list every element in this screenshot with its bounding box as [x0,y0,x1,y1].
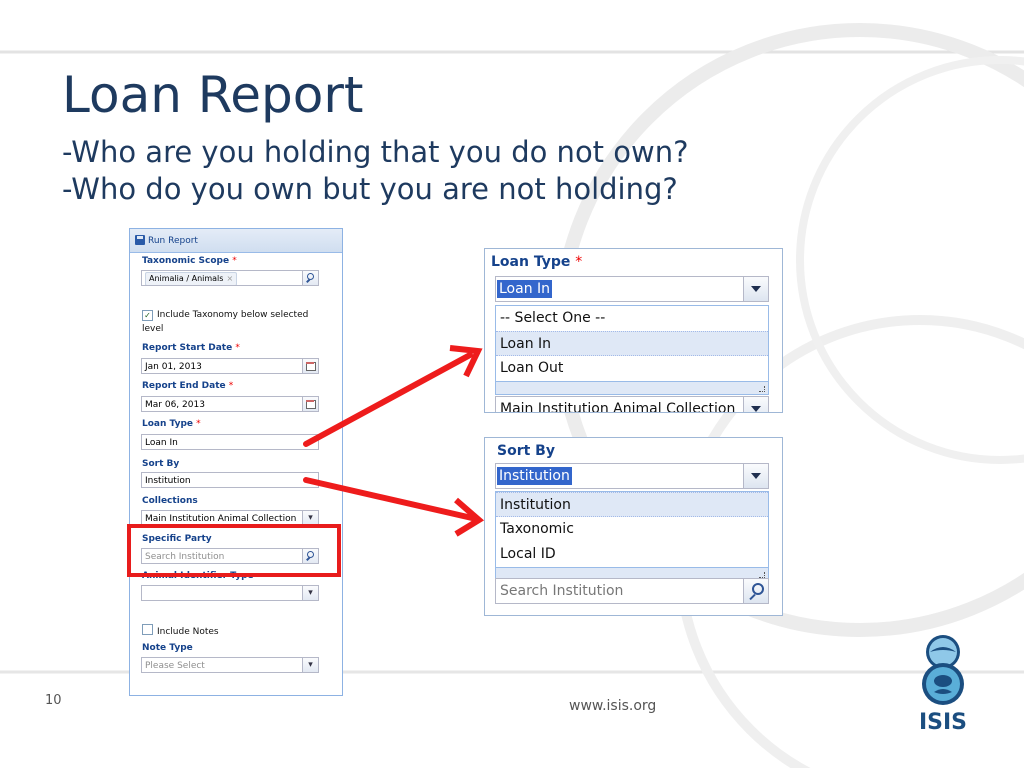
required-mark: * [235,343,240,353]
sort-by-options-list: Institution Taxonomic Local ID [495,491,769,581]
subtitle-holding: -Who are you holding that you do not own… [62,135,689,169]
sort-by-value: Institution [145,476,191,486]
animal-identifier-type-select[interactable]: ▾ [141,585,319,601]
include-notes-checkbox-row[interactable]: Include Notes [142,624,219,639]
required-mark: * [228,381,234,391]
run-report-form: Run Report Taxonomic Scope * Animalia / … [129,228,343,696]
option-loan-out[interactable]: Loan Out [496,356,768,381]
loan-type-label: Loan Type * [142,419,201,429]
specific-party-zoom-placeholder: Search Institution [500,583,624,599]
chevron-down-icon[interactable]: ▾ [302,658,318,672]
loan-type-zoom-selected: Loan In [497,280,553,298]
required-mark: * [196,419,201,429]
collections-zoom-value: Main Institution Animal Collection [500,401,736,413]
collections-value: Main Institution Animal Collection [145,514,297,524]
include-taxonomy-checkbox-row[interactable]: ✓ Include Taxonomy below selected [142,309,308,322]
taxonomy-chip-label: Animalia / Animals [149,274,224,283]
run-report-button[interactable]: Run Report [148,236,198,246]
option-select-one[interactable]: -- Select One -- [496,306,768,331]
collections-label: Collections [142,496,198,506]
taxonomic-scope-field[interactable]: Animalia / Animals × [141,270,319,286]
include-taxonomy-label: Include Taxonomy below selected [157,310,309,320]
chevron-down-icon[interactable]: ▾ [302,586,318,600]
specific-party-highlight [127,524,341,577]
footer-url: www.isis.org [569,698,657,714]
run-report-toolbar: Run Report [130,229,342,253]
taxonomic-scope-label-text: Taxonomic Scope [142,256,230,266]
note-type-placeholder: Please Select [145,661,205,671]
include-notes-label: Include Notes [157,627,219,637]
isis-logo-icon [922,635,964,705]
loan-type-value: Loan In [145,438,178,448]
loan-type-zoom-panel: Loan Type * Loan In Main Institution Ani… [484,248,783,413]
isis-logo-text: ISIS [918,710,968,735]
end-date-label: Report End Date * [142,381,233,391]
include-notes-checkbox[interactable] [142,624,153,635]
loan-type-select[interactable]: Loan In [141,434,319,450]
specific-party-zoom-search[interactable]: Search Institution [495,578,769,604]
end-date-field[interactable]: Mar 06, 2013 [141,396,319,412]
page-number: 10 [45,693,62,708]
chip-remove-icon[interactable]: × [226,274,233,283]
required-mark: * [232,256,237,266]
loan-type-options-list: -- Select One -- Loan In Loan Out [495,305,769,395]
include-taxonomy-checkbox[interactable]: ✓ [142,310,153,321]
taxonomic-scope-label: Taxonomic Scope * [142,256,237,266]
loan-type-zoom-label-text: Loan Type [491,254,571,270]
option-local-id[interactable]: Local ID [496,542,768,567]
chevron-down-icon[interactable]: ▾ [302,511,318,525]
sort-by-label: Sort By [142,459,180,469]
sort-by-select[interactable]: Institution [141,472,319,488]
option-loan-in[interactable]: Loan In [496,331,768,356]
chevron-down-icon[interactable] [743,277,768,301]
taxonomy-chip: Animalia / Animals × [145,272,238,285]
chevron-down-icon[interactable] [743,464,768,488]
subtitle-owning: -Who do you own but you are not holding? [62,172,678,206]
save-icon[interactable] [135,235,145,245]
loan-type-label-text: Loan Type [142,419,194,429]
search-icon[interactable] [743,579,768,603]
slide-title: Loan Report [62,66,364,124]
end-date-value: Mar 06, 2013 [145,400,205,410]
include-taxonomy-label-cont: level [142,324,164,334]
sort-by-zoom-panel: Sort By Institution Institution Taxonomi… [484,437,783,616]
calendar-icon[interactable] [302,397,318,411]
option-taxonomic[interactable]: Taxonomic [496,517,768,542]
loan-type-zoom-label: Loan Type * [491,254,582,270]
start-date-value: Jan 01, 2013 [145,362,202,372]
sort-by-zoom-select[interactable]: Institution [495,463,769,489]
search-icon[interactable] [302,271,318,285]
isis-logo: ISIS [912,632,974,742]
note-type-label: Note Type [142,643,193,653]
required-mark: * [575,254,583,270]
collections-zoom-select[interactable]: Main Institution Animal Collection [495,396,769,413]
start-date-label-text: Report Start Date [142,343,233,353]
sort-by-zoom-label: Sort By [497,443,555,459]
calendar-icon[interactable] [302,359,318,373]
loan-type-zoom-select[interactable]: Loan In [495,276,769,302]
start-date-field[interactable]: Jan 01, 2013 [141,358,319,374]
option-institution[interactable]: Institution [496,492,768,517]
resize-handle[interactable] [496,381,768,394]
chevron-down-icon[interactable] [743,397,768,412]
start-date-label: Report Start Date * [142,343,240,353]
sort-by-zoom-selected: Institution [497,467,572,485]
note-type-select[interactable]: Please Select ▾ [141,657,319,673]
end-date-label-text: Report End Date [142,381,226,391]
